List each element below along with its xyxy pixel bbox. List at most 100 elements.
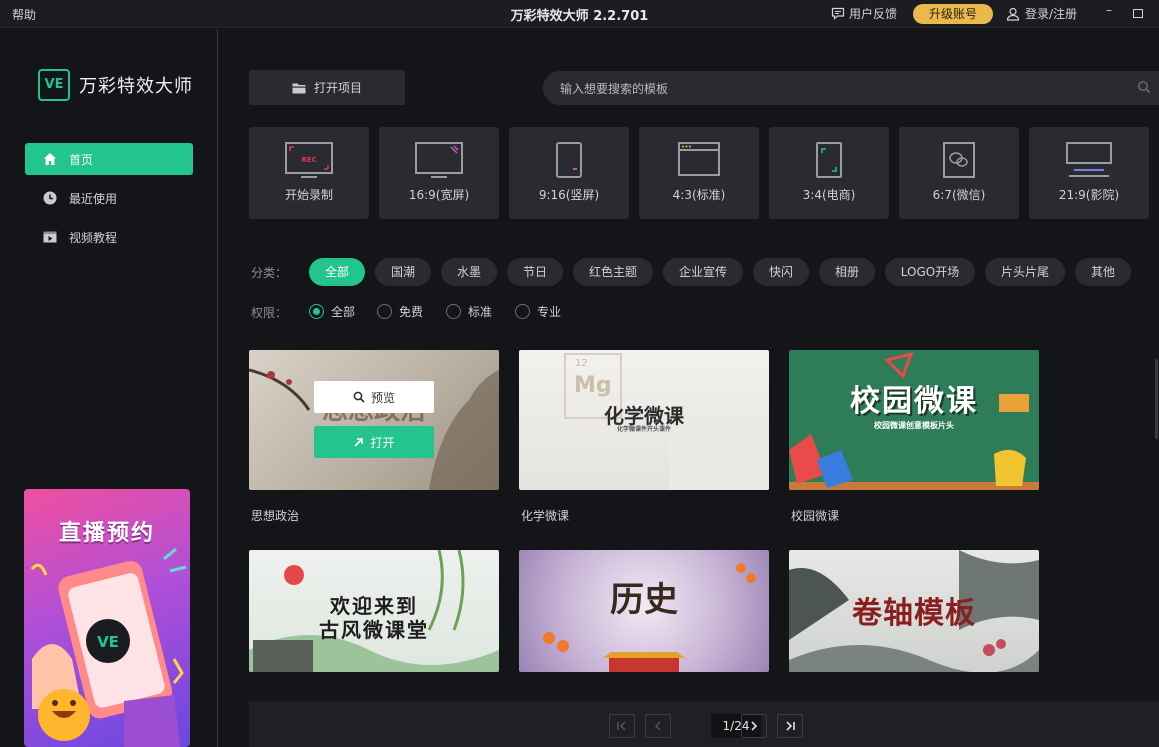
ratio-card-21-9[interactable]: 21:9(影院) [1029,127,1149,219]
permission-radio-standard[interactable]: 标准 [446,303,492,320]
user-icon [1006,7,1020,21]
pagination-bar: 1/24 [249,701,1159,747]
template-card[interactable]: 思想政治 预览 打开 思想政治 [249,350,499,524]
phone-illustration: VE [30,547,187,747]
sidebar-item-recent[interactable]: 最近使用 [25,182,193,214]
permission-radio-free[interactable]: 免费 [377,303,423,320]
ratio-card-record[interactable]: REC 开始录制 [249,127,369,219]
category-label: 分类： [251,266,288,280]
scrollbar-thumb[interactable] [1155,359,1158,439]
radio-indicator [446,304,461,319]
ratio-label: 3:4(电商) [802,188,856,202]
minimize-button[interactable]: – [1101,3,1117,21]
maximize-button[interactable] [1130,3,1146,21]
feedback-button[interactable]: 用户反馈 [831,5,897,22]
login-label: 登录/注册 [1025,7,1078,21]
ratio-label: 9:16(竖屏) [538,188,600,202]
last-page-button[interactable] [777,714,803,738]
template-thumbnail[interactable]: 卷轴模板 [789,550,1039,672]
radio-label: 标准 [468,305,493,319]
template-card[interactable]: 12 Mg 化学微课 化学微课件开头课件 化学微课 [519,350,769,524]
open-label: 打开 [370,435,395,450]
feedback-label: 用户反馈 [849,7,898,21]
promo-ve-mark: VE [97,633,119,651]
app-window: 帮助 万彩特效大师 2.2.701 用户反馈 升级账号 登录/注册 – VE 万… [0,0,1159,747]
chevron-right-icon [751,721,758,731]
template-title: 思想政治 [251,509,300,523]
template-thumbnail[interactable]: 思想政治 预览 打开 [249,350,499,490]
login-button[interactable]: 登录/注册 [1006,5,1077,22]
search-placeholder: 输入想要搜索的模板 [560,81,669,96]
thumb-title-line2: 古风微课堂 [319,618,429,642]
sidebar: VE 万彩特效大师 首页 最近使用 视频教程 直播预约 VE [0,29,218,747]
category-chip[interactable]: 相册 [819,258,875,286]
sidebar-item-label: 首页 [69,152,94,167]
category-chip[interactable]: 国潮 [375,258,431,286]
ratio-card-3-4[interactable]: 3:4(电商) [769,127,889,219]
thumb-title: 历史 [610,580,678,620]
template-card[interactable]: 卷轴模板 [789,550,1039,672]
ratio-card-9-16[interactable]: 9:16(竖屏) [509,127,629,219]
video-icon [43,230,57,244]
arrow-up-right-icon [354,437,364,447]
radio-label: 专业 [537,305,562,319]
sidebar-item-home[interactable]: 首页 [25,143,193,175]
template-title: 化学微课 [521,509,570,523]
prev-page-button[interactable] [645,714,671,738]
category-chip-all[interactable]: 全部 [309,258,365,286]
template-thumbnail[interactable]: 12 Mg 化学微课 化学微课件开头课件 [519,350,769,490]
category-chip[interactable]: 片头片尾 [985,258,1065,286]
radio-indicator [309,304,324,319]
sidebar-item-tutorials[interactable]: 视频教程 [25,221,193,253]
category-chip[interactable]: 企业宣传 [663,258,743,286]
live-promo-banner[interactable]: 直播预约 VE [24,489,190,747]
template-search-input[interactable]: 输入想要搜索的模板 [543,71,1159,105]
chat-icon [831,7,845,20]
ratio-label: 4:3(标准) [672,188,726,202]
category-chip[interactable]: 红色主题 [573,258,653,286]
portrait-icon [556,142,582,178]
template-card[interactable]: 欢迎来到 古风微课堂 [249,550,499,672]
category-chip[interactable]: 水墨 [441,258,497,286]
ratio-card-4-3[interactable]: 4:3(标准) [639,127,759,219]
first-page-icon [617,721,626,731]
template-thumbnail[interactable]: 欢迎来到 古风微课堂 [249,550,499,672]
wechat-icon [943,142,975,178]
ratio-label: 21:9(影院) [1058,188,1120,202]
thumb-title: 校园微课 [850,384,978,419]
template-card[interactable]: 历史 [519,550,769,672]
thumb-subtitle: 校园微课创意模板片头 [874,420,954,430]
thumb-subtitle: 化学微课件开头课件 [616,426,671,433]
ratio-card-16-9[interactable]: 16:9(宽屏) [379,127,499,219]
category-chip[interactable]: 节日 [507,258,563,286]
template-thumbnail[interactable]: 校园微课 校园微课创意模板片头 [789,350,1039,490]
preview-button[interactable]: 预览 [314,381,434,413]
category-chip[interactable]: 快闪 [753,258,809,286]
record-icon: REC [285,142,333,178]
upgrade-account-button[interactable]: 升级账号 [913,4,993,24]
help-menu[interactable]: 帮助 [12,6,36,23]
ecommerce-icon [816,142,842,178]
permission-radio-all[interactable]: 全部 [309,303,355,320]
rec-badge: REC [301,156,316,164]
logo-text: 万彩特效大师 [79,76,193,97]
category-chip[interactable]: LOGO开场 [885,258,975,286]
open-template-button[interactable]: 打开 [314,426,434,458]
first-page-button[interactable] [609,714,635,738]
radio-indicator [515,304,530,319]
search-icon[interactable] [1137,80,1151,97]
next-page-button[interactable] [741,714,767,738]
permission-label: 权限： [251,306,288,320]
template-card[interactable]: 校园微课 校园微课创意模板片头 校园微课 [789,350,1039,524]
thumb-element: Mg [574,373,612,398]
template-thumbnail[interactable]: 历史 [519,550,769,672]
maximize-icon [1133,9,1143,18]
permission-radio-pro[interactable]: 专业 [515,303,561,320]
sidebar-item-label: 最近使用 [69,191,118,206]
open-project-label: 打开项目 [313,81,362,95]
category-chip[interactable]: 其他 [1075,258,1131,286]
ratio-card-6-7[interactable]: 6:7(微信) [899,127,1019,219]
open-project-button[interactable]: 打开项目 [249,70,405,105]
widescreen-icon [415,142,463,178]
cinema-icon [1066,142,1112,177]
